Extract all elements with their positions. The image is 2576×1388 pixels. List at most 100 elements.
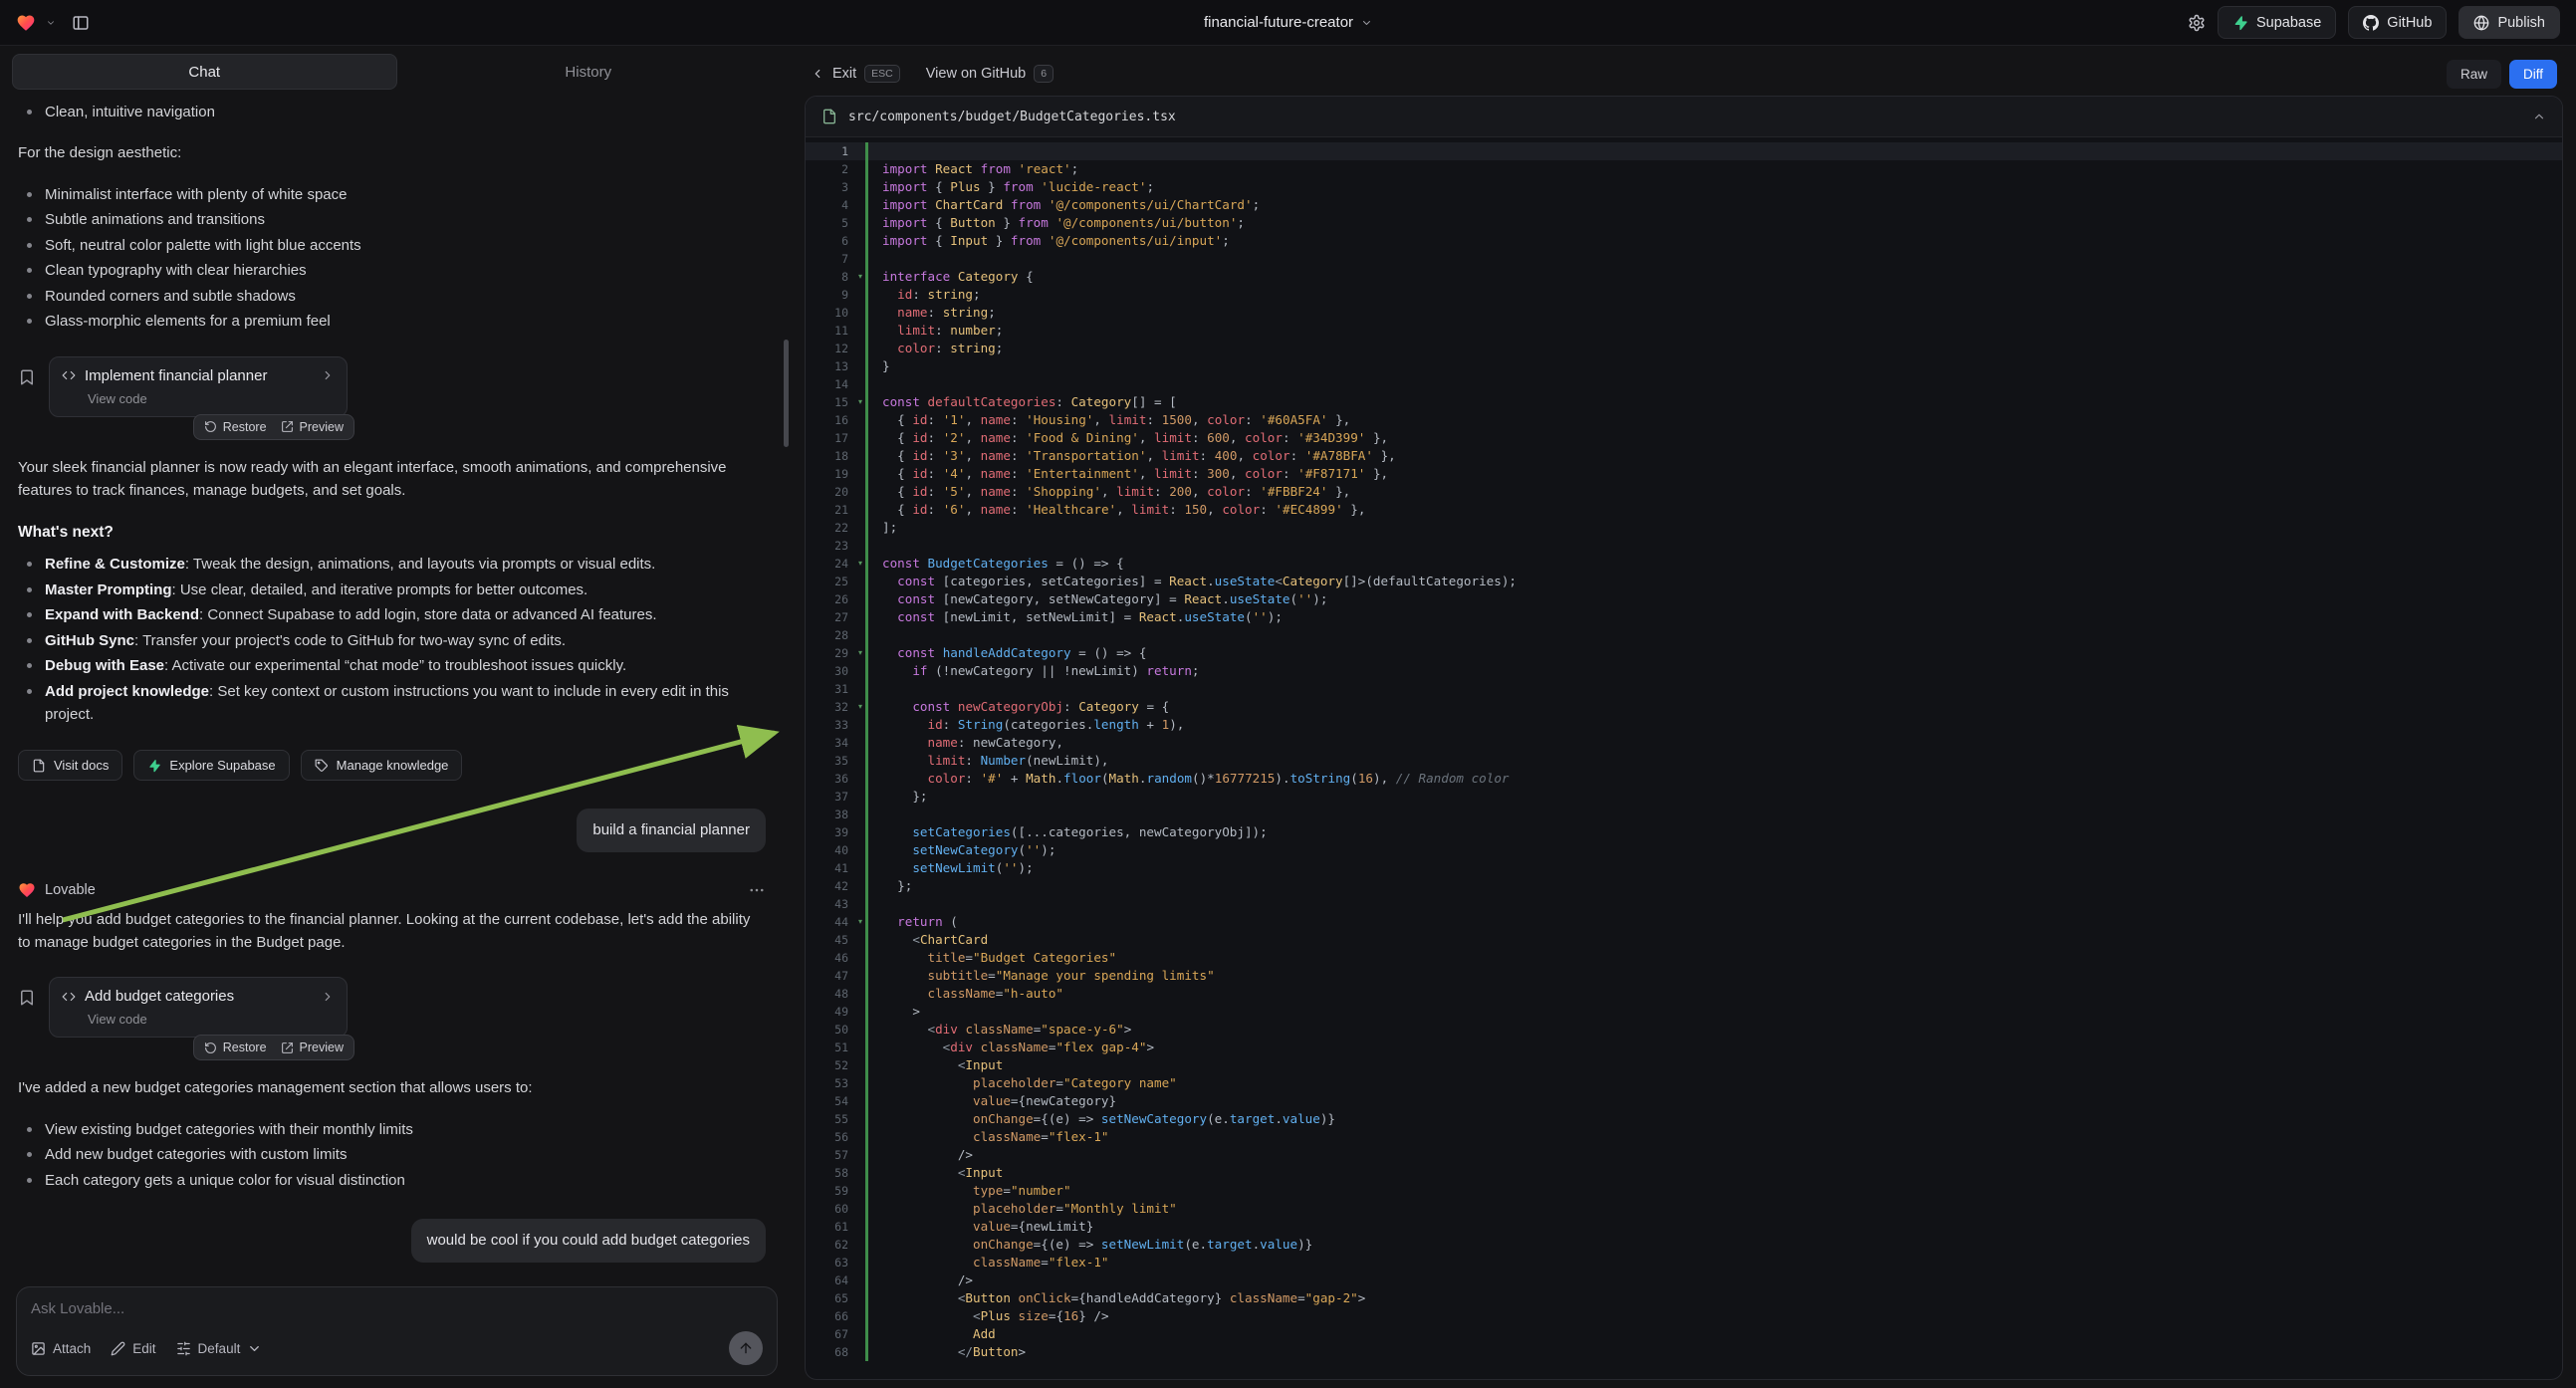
panel-toggle-icon[interactable]: [72, 14, 90, 32]
line-number: 39: [806, 823, 865, 841]
collapse-file-button[interactable]: [2532, 110, 2546, 123]
code-text: <Input: [865, 1056, 2562, 1074]
raw-toggle-button[interactable]: Raw: [2447, 60, 2501, 89]
bullet-item: Minimalist interface with plenty of whit…: [18, 183, 766, 206]
line-number: 38: [806, 806, 865, 823]
diff-toggle-button[interactable]: Diff: [2509, 60, 2557, 89]
code-line-38: 38: [806, 806, 2562, 823]
code-line-10: 10 name: string;: [806, 304, 2562, 322]
github-button[interactable]: GitHub: [2348, 6, 2447, 39]
preview-label: Preview: [300, 1041, 344, 1054]
chevron-down-icon: [1360, 17, 1372, 29]
code-text: [865, 142, 2562, 160]
line-number: 54: [806, 1092, 865, 1110]
version-card-row: Implement financial plannerView codeRest…: [18, 356, 766, 417]
code-text: <Plus size={16} />: [865, 1307, 2562, 1325]
bullet-item: Rounded corners and subtle shadows: [18, 285, 766, 308]
exit-button[interactable]: Exit ESC: [811, 65, 900, 83]
code-text: import { Plus } from 'lucide-react';: [865, 178, 2562, 196]
bullet-item: Add project knowledge: Set key context o…: [18, 680, 766, 726]
version-card[interactable]: Implement financial plannerView codeRest…: [49, 356, 348, 417]
fold-marker-icon[interactable]: ▾: [858, 393, 862, 411]
view-on-github-link[interactable]: View on GitHub 6: [926, 65, 1054, 83]
user-message-bubble: build a financial planner: [577, 809, 766, 852]
line-number: 27: [806, 608, 865, 626]
preview-button[interactable]: Preview: [281, 420, 344, 434]
fold-marker-icon[interactable]: ▾: [858, 644, 862, 662]
code-line-49: 49 >: [806, 1003, 2562, 1021]
code-line-55: 55 onChange={(e) => setNewCategory(e.tar…: [806, 1110, 2562, 1128]
code-text: <Button onClick={handleAddCategory} clas…: [865, 1289, 2562, 1307]
version-card[interactable]: Add budget categoriesView codeRestorePre…: [49, 977, 348, 1038]
code-text: const [categories, setCategories] = Reac…: [865, 573, 2562, 590]
line-number: 24▾: [806, 555, 865, 573]
code-line-23: 23: [806, 537, 2562, 555]
tab-history[interactable]: History: [397, 54, 781, 90]
topbar-right: Supabase GitHub Publish: [2188, 6, 2560, 39]
code-line-56: 56 className="flex-1": [806, 1128, 2562, 1146]
project-menu[interactable]: financial-future-creator: [1204, 14, 1372, 31]
pencil-icon: [111, 1341, 125, 1356]
publish-button[interactable]: Publish: [2459, 6, 2560, 39]
chat-message-list: Clean, intuitive navigationFor the desig…: [0, 94, 792, 1276]
line-number: 22: [806, 519, 865, 537]
chevron-down-icon[interactable]: [46, 18, 56, 28]
code-text: id: string;: [865, 286, 2562, 304]
code-line-27: 27 const [newLimit, setNewLimit] = React…: [806, 608, 2562, 626]
attach-button[interactable]: Attach: [31, 1341, 91, 1356]
tab-chat[interactable]: Chat: [12, 54, 397, 90]
restore-button[interactable]: Restore: [204, 420, 267, 434]
code-text: const newCategoryObj: Category = {: [865, 698, 2562, 716]
file-header-bar[interactable]: src/components/budget/BudgetCategories.t…: [806, 97, 2562, 137]
code-line-64: 64 />: [806, 1272, 2562, 1289]
code-line-57: 57 />: [806, 1146, 2562, 1164]
view-code-link[interactable]: View code: [62, 391, 335, 406]
bullet-item: Debug with Ease: Activate our experiment…: [18, 654, 766, 677]
code-line-60: 60 placeholder="Monthly limit": [806, 1200, 2562, 1218]
code-text: import ChartCard from '@/components/ui/C…: [865, 196, 2562, 214]
code-line-54: 54 value={newCategory}: [806, 1092, 2562, 1110]
line-number: 37: [806, 788, 865, 806]
mode-select-button[interactable]: Default: [176, 1341, 263, 1356]
fold-marker-icon[interactable]: ▾: [858, 913, 862, 931]
code-line-50: 50 <div className="space-y-6">: [806, 1021, 2562, 1039]
code-icon: [62, 368, 76, 382]
explore-supabase-chip[interactable]: Explore Supabase: [133, 750, 289, 781]
more-options-icon[interactable]: [748, 881, 766, 899]
fold-marker-icon[interactable]: ▾: [858, 698, 862, 716]
bullet-list: Minimalist interface with plenty of whit…: [18, 180, 766, 336]
send-button[interactable]: [729, 1331, 763, 1365]
fold-marker-icon[interactable]: ▾: [858, 555, 862, 573]
settings-gear-icon[interactable]: [2188, 14, 2206, 32]
arrow-up-icon: [738, 1340, 754, 1356]
code-line-6: 6import { Input } from '@/components/ui/…: [806, 232, 2562, 250]
lovable-logo-icon[interactable]: [16, 13, 36, 33]
fold-marker-icon[interactable]: ▾: [858, 268, 862, 286]
chat-tabs: Chat History: [12, 54, 780, 90]
line-number: 61: [806, 1218, 865, 1236]
bullet-list: Clean, intuitive navigation: [18, 98, 766, 125]
chevron-left-icon: [811, 67, 824, 81]
github-label: GitHub: [2387, 15, 2432, 31]
version-card-title: Implement financial planner: [85, 367, 312, 384]
line-number: 34: [806, 734, 865, 752]
supabase-button[interactable]: Supabase: [2218, 6, 2336, 39]
preview-button[interactable]: Preview: [281, 1041, 344, 1054]
version-card-toolbar: Restore Preview: [193, 414, 354, 440]
manage-knowledge-chip[interactable]: Manage knowledge: [301, 750, 463, 781]
line-number: 60: [806, 1200, 865, 1218]
code-text: limit: Number(newLimit),: [865, 752, 2562, 770]
agent-name: Lovable: [45, 882, 96, 898]
code-text: [865, 626, 2562, 644]
code-text: className="flex-1": [865, 1254, 2562, 1272]
chat-input[interactable]: [31, 1300, 763, 1317]
view-code-link[interactable]: View code: [62, 1012, 335, 1027]
code-text: [865, 680, 2562, 698]
chat-scrollbar-thumb[interactable]: [784, 340, 789, 447]
supabase-label: Supabase: [2256, 15, 2321, 31]
line-number: 15▾: [806, 393, 865, 411]
edit-button[interactable]: Edit: [111, 1341, 155, 1356]
restore-button[interactable]: Restore: [204, 1041, 267, 1054]
code-text: };: [865, 877, 2562, 895]
visit-docs-chip[interactable]: Visit docs: [18, 750, 122, 781]
